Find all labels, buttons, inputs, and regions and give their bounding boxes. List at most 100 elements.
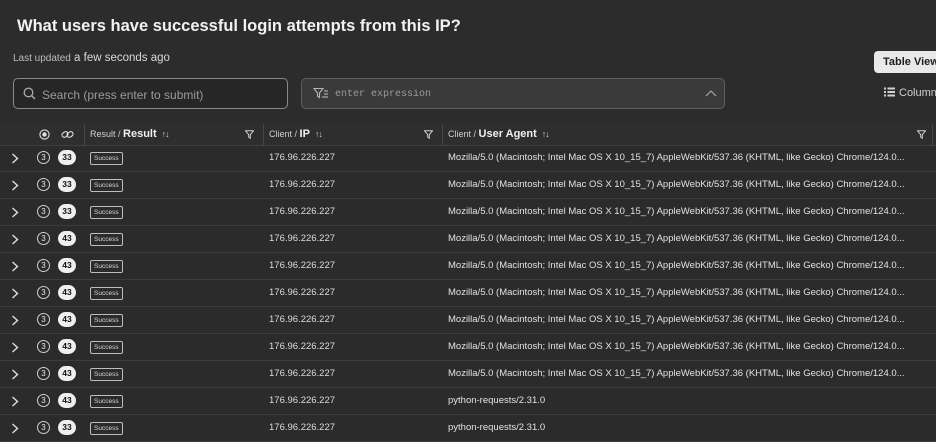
column-divider[interactable]: [932, 124, 933, 145]
ip-cell: 176.96.226.227: [269, 206, 336, 217]
sort-icon[interactable]: ↑↓: [315, 129, 323, 139]
expression-input[interactable]: [333, 79, 697, 110]
table-row[interactable]: 3 43 Success 176.96.226.227 Mozilla/5.0 …: [0, 280, 936, 307]
funnel-icon[interactable]: [245, 130, 254, 139]
table-row[interactable]: 3 43 Success 176.96.226.227 Mozilla/5.0 …: [0, 226, 936, 253]
count-badge: 43: [58, 285, 76, 300]
funnel-icon[interactable]: [424, 130, 433, 139]
count-a: 3: [37, 178, 50, 191]
status-badge: Success: [90, 233, 123, 246]
column-divider[interactable]: [442, 124, 443, 145]
columns-label: Columns: [899, 87, 936, 99]
user-agent-cell: Mozilla/5.0 (Macintosh; Intel Mac OS X 1…: [448, 314, 905, 325]
chevron-right-icon[interactable]: [11, 207, 19, 218]
count-a: 3: [37, 259, 50, 272]
user-agent-cell: Mozilla/5.0 (Macintosh; Intel Mac OS X 1…: [448, 368, 905, 379]
chevron-right-icon[interactable]: [11, 261, 19, 272]
table-row[interactable]: 3 43 Success 176.96.226.227 Mozilla/5.0 …: [0, 253, 936, 280]
status-badge: Success: [90, 341, 123, 354]
ip-cell: 176.96.226.227: [269, 422, 336, 433]
chevron-right-icon[interactable]: [11, 288, 19, 299]
page-title: What users have successful login attempt…: [17, 17, 461, 35]
user-agent-cell: Mozilla/5.0 (Macintosh; Intel Mac OS X 1…: [448, 233, 905, 244]
ip-cell: 176.96.226.227: [269, 260, 336, 271]
table-row[interactable]: 3 33 Success 176.96.226.227 Mozilla/5.0 …: [0, 172, 936, 199]
ip-cell: 176.96.226.227: [269, 368, 336, 379]
count-badge: 33: [58, 150, 76, 165]
count-badge: 33: [58, 177, 76, 192]
search-icon: [23, 87, 36, 100]
target-icon[interactable]: [39, 129, 50, 140]
columns-icon: [884, 87, 895, 97]
user-agent-cell: Mozilla/5.0 (Macintosh; Intel Mac OS X 1…: [448, 206, 905, 217]
last-updated: Last updated a few seconds ago: [13, 52, 170, 64]
last-updated-label: Last updated: [13, 53, 71, 64]
column-divider[interactable]: [84, 124, 85, 145]
count-a: 3: [37, 421, 50, 434]
search-box[interactable]: [13, 78, 288, 110]
count-a: 3: [37, 394, 50, 407]
ip-cell: 176.96.226.227: [269, 395, 336, 406]
sort-icon[interactable]: ↑↓: [542, 129, 550, 139]
ip-cell: 176.96.226.227: [269, 152, 336, 163]
chevron-right-icon[interactable]: [11, 180, 19, 191]
ip-cell: 176.96.226.227: [269, 179, 336, 190]
column-header-ip[interactable]: Client / IP ↑↓: [269, 123, 323, 145]
count-badge: 43: [58, 366, 76, 381]
count-a: 3: [37, 286, 50, 299]
ip-cell: 176.96.226.227: [269, 287, 336, 298]
chevron-right-icon[interactable]: [11, 315, 19, 326]
count-badge: 43: [58, 231, 76, 246]
link-icon[interactable]: [61, 129, 74, 140]
count-a: 3: [37, 313, 50, 326]
ip-cell: 176.96.226.227: [269, 233, 336, 244]
count-a: 3: [37, 340, 50, 353]
user-agent-cell: python-requests/2.31.0: [448, 422, 546, 433]
table-row[interactable]: 3 43 Success 176.96.226.227 Mozilla/5.0 …: [0, 334, 936, 361]
ip-cell: 176.96.226.227: [269, 314, 336, 325]
column-header-user-agent-name: User Agent: [478, 128, 537, 140]
table-header: Result / Result ↑↓ Client / IP ↑↓ Client /…: [0, 123, 936, 146]
table-row[interactable]: 3 43 Success 176.96.226.227 python-reque…: [0, 388, 936, 415]
column-header-user-agent-prefix: Client /: [448, 129, 479, 139]
count-a: 3: [37, 151, 50, 164]
sort-icon[interactable]: ↑↓: [162, 129, 170, 139]
chevron-up-icon[interactable]: [705, 89, 717, 97]
ip-cell: 176.96.226.227: [269, 341, 336, 352]
column-header-user-agent[interactable]: Client / User Agent ↑↓: [448, 123, 550, 145]
column-header-result[interactable]: Result / Result ↑↓: [90, 123, 170, 145]
count-a: 3: [37, 232, 50, 245]
count-badge: 43: [58, 339, 76, 354]
query-header: What users have successful login attempt…: [0, 0, 936, 124]
table-view-button[interactable]: Table View: [874, 51, 936, 73]
chevron-right-icon[interactable]: [11, 369, 19, 380]
status-badge: Success: [90, 314, 123, 327]
funnel-icon[interactable]: [917, 130, 926, 139]
chevron-right-icon[interactable]: [11, 234, 19, 245]
chevron-right-icon[interactable]: [11, 342, 19, 353]
count-a: 3: [37, 205, 50, 218]
column-header-result-prefix: Result /: [90, 129, 124, 139]
filter-expression-icon: [313, 87, 328, 99]
column-divider[interactable]: [263, 124, 264, 145]
search-input[interactable]: [40, 79, 284, 110]
table-row[interactable]: 3 43 Success 176.96.226.227 Mozilla/5.0 …: [0, 307, 936, 334]
status-badge: Success: [90, 422, 123, 435]
count-badge: 43: [58, 312, 76, 327]
status-badge: Success: [90, 260, 123, 273]
user-agent-cell: python-requests/2.31.0: [448, 395, 546, 406]
columns-button[interactable]: Columns: [884, 87, 936, 99]
chevron-right-icon[interactable]: [11, 423, 19, 434]
status-badge: Success: [90, 179, 123, 192]
chevron-right-icon[interactable]: [11, 153, 19, 164]
status-badge: Success: [90, 206, 123, 219]
chevron-right-icon[interactable]: [11, 396, 19, 407]
count-a: 3: [37, 367, 50, 380]
table-row[interactable]: 3 43 Success 176.96.226.227 Mozilla/5.0 …: [0, 361, 936, 388]
table-row[interactable]: 3 33 Success 176.96.226.227 Mozilla/5.0 …: [0, 199, 936, 226]
status-badge: Success: [90, 287, 123, 300]
column-header-ip-prefix: Client /: [269, 129, 300, 139]
table-row[interactable]: 3 33 Success 176.96.226.227 Mozilla/5.0 …: [0, 145, 936, 172]
count-badge: 43: [58, 258, 76, 273]
expression-box[interactable]: [301, 78, 725, 110]
